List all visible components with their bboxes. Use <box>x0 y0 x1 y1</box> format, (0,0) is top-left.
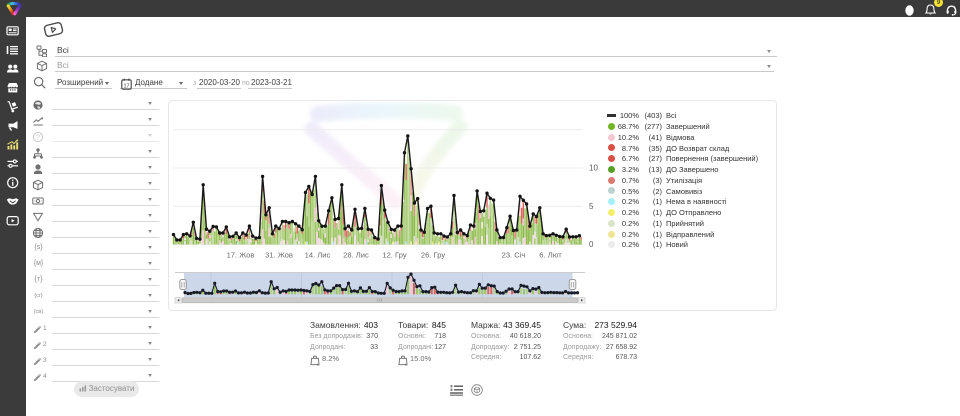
svg-text:6. Лют: 6. Лют <box>539 251 562 260</box>
svg-text:0: 0 <box>589 240 594 249</box>
svg-text:12. Гру: 12. Гру <box>382 251 406 260</box>
svg-text:26. Гру: 26. Гру <box>421 251 445 260</box>
svg-text:23. Січ: 23. Січ <box>502 251 526 260</box>
svg-text:17: 17 <box>124 83 130 89</box>
svg-text:x: x <box>405 362 408 366</box>
svg-text:28. Лис: 28. Лис <box>343 251 369 260</box>
svg-text:31. Жов: 31. Жов <box>265 251 293 260</box>
svg-text:x: x <box>317 362 320 366</box>
svg-text:10: 10 <box>589 164 598 173</box>
svg-text:?: ? <box>36 134 40 141</box>
svg-text:5: 5 <box>589 202 594 211</box>
svg-text:14. Лис: 14. Лис <box>305 251 331 260</box>
svg-text:17. Жов: 17. Жов <box>227 251 255 260</box>
